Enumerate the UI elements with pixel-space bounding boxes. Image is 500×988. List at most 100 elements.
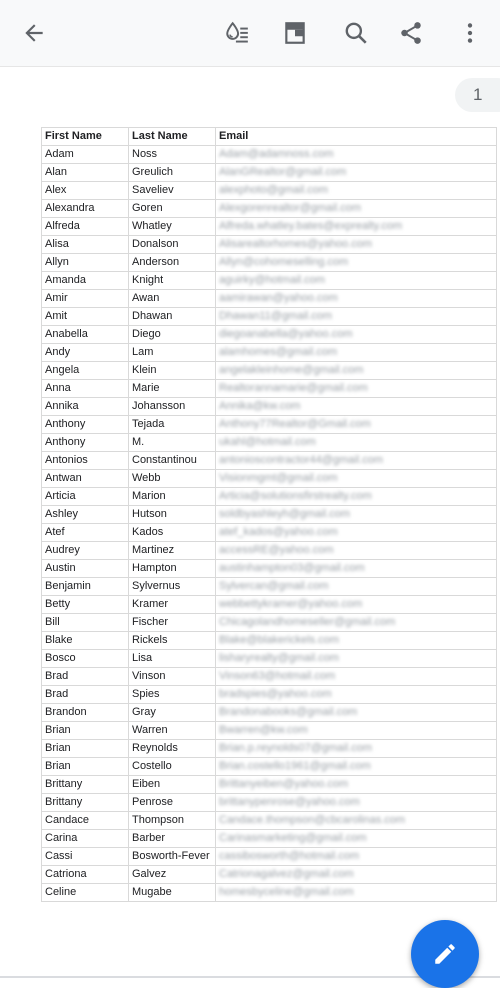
spreadsheet-preview: First Name Last Name Email Adam Noss Adam@… bbox=[41, 127, 497, 902]
email-cell: Carinasmarketing@gmail.com bbox=[215, 829, 497, 848]
last-name-cell: Donalson bbox=[128, 235, 216, 254]
first-name-cell: Anthony bbox=[41, 433, 129, 452]
share-icon bbox=[401, 22, 421, 44]
first-name-cell: Alexandra bbox=[41, 199, 129, 218]
last-name-cell: Rickels bbox=[128, 631, 216, 650]
table-row: Adam Noss Adam@adamnoss.com bbox=[41, 145, 497, 164]
color-fill-button[interactable] bbox=[219, 15, 255, 51]
last-name-cell: Johansson bbox=[128, 397, 216, 416]
email-cell: bradspies@yahoo.com bbox=[215, 685, 497, 704]
back-button[interactable] bbox=[16, 15, 52, 51]
last-name-cell: Mugabe bbox=[128, 883, 216, 902]
email-cell: Realtorannamarie@gmail.com bbox=[215, 379, 497, 398]
table-row: Anabella Diego diegoanabella@yahoo.com bbox=[41, 325, 497, 344]
last-name-cell: Fischer bbox=[128, 613, 216, 632]
back-arrow-icon bbox=[25, 24, 43, 42]
last-name-cell: Costello bbox=[128, 757, 216, 776]
last-name-cell: Warren bbox=[128, 721, 216, 740]
first-name-cell: Carina bbox=[41, 829, 129, 848]
table-row: Alexandra Goren Alexgorenrealtor@gmail.com bbox=[41, 199, 497, 218]
first-name-cell: Brian bbox=[41, 757, 129, 776]
email-cell: Annika@kw.com bbox=[215, 397, 497, 416]
email-cell: Bwarren@kw.com bbox=[215, 721, 497, 740]
table-row: Antonios Constantinou antonioscontractor44… bbox=[41, 451, 497, 470]
last-name-cell: Whatley bbox=[128, 217, 216, 236]
email-cell: homesbyceline@gmail.com bbox=[215, 883, 497, 902]
email-cell: Blake@blakerickels.com bbox=[215, 631, 497, 650]
first-name-cell: Betty bbox=[41, 595, 129, 614]
last-name-cell: Noss bbox=[128, 145, 216, 164]
more-options-button[interactable] bbox=[452, 15, 488, 51]
search-icon bbox=[345, 22, 367, 44]
first-name-cell: Alisa bbox=[41, 235, 129, 254]
table-row: Alex Saveliev alexphoto@gmail.com bbox=[41, 181, 497, 200]
first-name-cell: Amanda bbox=[41, 271, 129, 290]
first-name-cell: Brandon bbox=[41, 703, 129, 722]
last-name-cell: Greulich bbox=[128, 163, 216, 182]
email-cell: Articia@solutionsfirstrealty.com bbox=[215, 487, 497, 506]
color-fill-icon bbox=[226, 21, 248, 43]
first-name-cell: Cassi bbox=[41, 847, 129, 866]
last-name-cell: Spies bbox=[128, 685, 216, 704]
header-first-name: First Name bbox=[41, 127, 129, 146]
table-row: Bosco Lisa lisharyrealty@gmail.com bbox=[41, 649, 497, 668]
last-name-cell: Sylvernus bbox=[128, 577, 216, 596]
table-row: Brad Spies bradspies@yahoo.com bbox=[41, 685, 497, 704]
table-row: Anthony Tejada Anthony77Realtor@Gmail.com bbox=[41, 415, 497, 434]
table-row: Catriona Galvez Catrionagalvez@gmail.com bbox=[41, 865, 497, 884]
first-name-cell: Amit bbox=[41, 307, 129, 326]
email-cell: Anthony77Realtor@Gmail.com bbox=[215, 415, 497, 434]
table-row: Alfreda Whatley Alfreda.whatley.bates@expr… bbox=[41, 217, 497, 236]
email-cell: accessRE@yahoo.com bbox=[215, 541, 497, 560]
table-row: Celine Mugabe homesbyceline@gmail.com bbox=[41, 883, 497, 902]
table-row: Bill Fischer Chicagolandhomeseller@gmail.c… bbox=[41, 613, 497, 632]
email-cell: brittanypenrose@yahoo.com bbox=[215, 793, 497, 812]
email-cell: alamhomes@gmail.com bbox=[215, 343, 497, 362]
table-row: Amanda Knight aguirky@hotmail.com bbox=[41, 271, 497, 290]
first-name-cell: Alan bbox=[41, 163, 129, 182]
email-cell: antonioscontractor44@gmail.com bbox=[215, 451, 497, 470]
first-name-cell: Atef bbox=[41, 523, 129, 542]
table-row: Amit Dhawan Dhawan11@gmail.com bbox=[41, 307, 497, 326]
email-cell: Alfreda.whatley.bates@exprealty.com bbox=[215, 217, 497, 236]
edit-fab-button[interactable] bbox=[411, 920, 479, 988]
table-header-row: First Name Last Name Email bbox=[41, 127, 497, 146]
table-row: Benjamin Sylvernus Sylvercan@gmail.com bbox=[41, 577, 497, 596]
email-cell: Brittanyeiben@yahoo.com bbox=[215, 775, 497, 794]
email-cell: Adam@adamnoss.com bbox=[215, 145, 497, 164]
email-cell: cassibosworth@hotmail.com bbox=[215, 847, 497, 866]
email-cell: lisharyrealty@gmail.com bbox=[215, 649, 497, 668]
last-name-cell: Kramer bbox=[128, 595, 216, 614]
last-name-cell: Marion bbox=[128, 487, 216, 506]
last-name-cell: Knight bbox=[128, 271, 216, 290]
first-name-cell: Audrey bbox=[41, 541, 129, 560]
email-cell: Dhawan11@gmail.com bbox=[215, 307, 497, 326]
first-name-cell: Brad bbox=[41, 667, 129, 686]
last-name-cell: Diego bbox=[128, 325, 216, 344]
last-name-cell: Dhawan bbox=[128, 307, 216, 326]
first-name-cell: Brian bbox=[41, 739, 129, 758]
email-cell: Vinson63@hotmail.com bbox=[215, 667, 497, 686]
first-name-cell: Brittany bbox=[41, 775, 129, 794]
table-row: Brian Costello Brian.costello1961@gmail.co… bbox=[41, 757, 497, 776]
first-name-cell: Bosco bbox=[41, 649, 129, 668]
contacts-table: First Name Last Name Email Adam Noss Adam@… bbox=[41, 127, 497, 902]
first-name-cell: Ashley bbox=[41, 505, 129, 524]
first-name-cell: Allyn bbox=[41, 253, 129, 272]
last-name-cell: Martinez bbox=[128, 541, 216, 560]
last-name-cell: Reynolds bbox=[128, 739, 216, 758]
page-number-indicator: 1 bbox=[455, 78, 500, 112]
freeze-icon bbox=[285, 22, 305, 44]
last-name-cell: Webb bbox=[128, 469, 216, 488]
share-button[interactable] bbox=[393, 15, 429, 51]
table-row: Candace Thompson Candace.thompson@cbcaroli… bbox=[41, 811, 497, 830]
freeze-button[interactable] bbox=[277, 15, 313, 51]
table-row: Ashley Hutson soldbyashleyh@gmail.com bbox=[41, 505, 497, 524]
email-cell: AlanGRealtor@gmail.com bbox=[215, 163, 497, 182]
first-name-cell: Brad bbox=[41, 685, 129, 704]
last-name-cell: Eiben bbox=[128, 775, 216, 794]
table-row: Allyn Anderson Allyn@cohomeselling.com bbox=[41, 253, 497, 272]
table-row: Alan Greulich AlanGRealtor@gmail.com bbox=[41, 163, 497, 182]
first-name-cell: Annika bbox=[41, 397, 129, 416]
search-button[interactable] bbox=[338, 15, 374, 51]
